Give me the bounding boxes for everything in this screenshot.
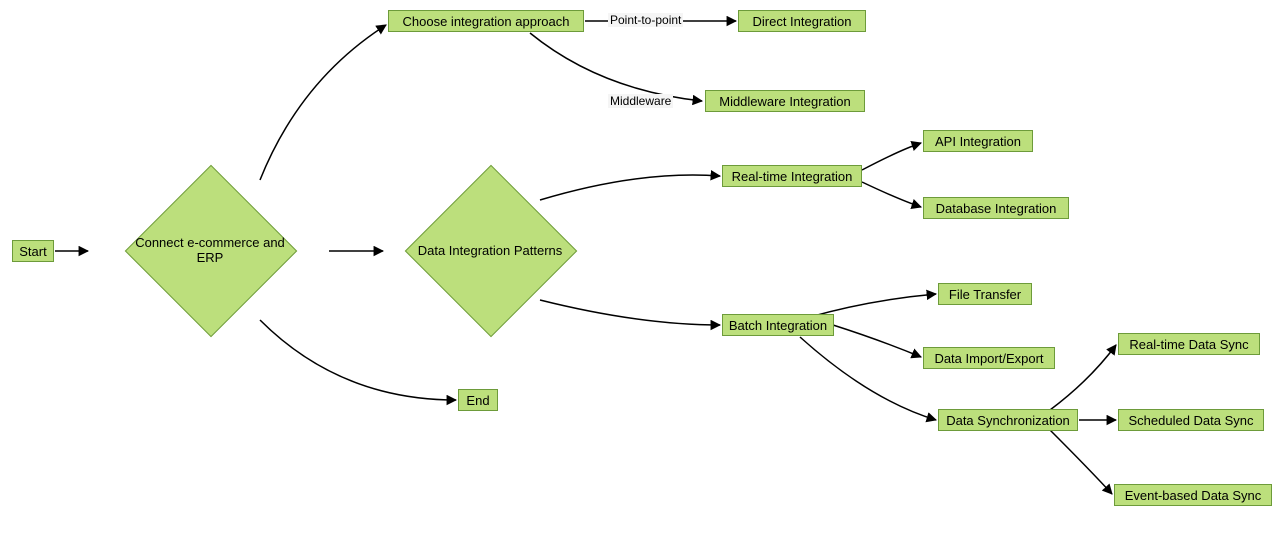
node-label: Event-based Data Sync [1125, 488, 1262, 503]
node-label: Data Synchronization [946, 413, 1070, 428]
node-label: File Transfer [949, 287, 1021, 302]
node-label: Database Integration [936, 201, 1057, 216]
node-connect: Connect e-commerce and ERP [120, 180, 300, 320]
node-label: Start [19, 244, 46, 259]
node-file: File Transfer [938, 283, 1032, 305]
node-direct: Direct Integration [738, 10, 866, 32]
node-end: End [458, 389, 498, 411]
node-label: Batch Integration [729, 318, 827, 333]
edge-label-point-to-point: Point-to-point [608, 13, 683, 27]
node-label: Direct Integration [753, 14, 852, 29]
node-eventsync: Event-based Data Sync [1114, 484, 1272, 506]
edge-label-middleware: Middleware [608, 94, 673, 108]
node-label: Data Import/Export [934, 351, 1043, 366]
node-label: Scheduled Data Sync [1128, 413, 1253, 428]
node-realtime: Real-time Integration [722, 165, 862, 187]
node-label: End [466, 393, 489, 408]
node-start: Start [12, 240, 54, 262]
node-label: Real-time Integration [732, 169, 853, 184]
node-label: Middleware Integration [719, 94, 851, 109]
node-importexport: Data Import/Export [923, 347, 1055, 369]
node-schedsync: Scheduled Data Sync [1118, 409, 1264, 431]
node-label: Choose integration approach [403, 14, 570, 29]
node-rtsync: Real-time Data Sync [1118, 333, 1260, 355]
node-api: API Integration [923, 130, 1033, 152]
node-sync: Data Synchronization [938, 409, 1078, 431]
node-label: Real-time Data Sync [1129, 337, 1248, 352]
node-batch: Batch Integration [722, 314, 834, 336]
node-middleware: Middleware Integration [705, 90, 865, 112]
node-choose: Choose integration approach [388, 10, 584, 32]
node-label: API Integration [935, 134, 1021, 149]
node-patterns: Data Integration Patterns [400, 180, 580, 320]
node-db: Database Integration [923, 197, 1069, 219]
